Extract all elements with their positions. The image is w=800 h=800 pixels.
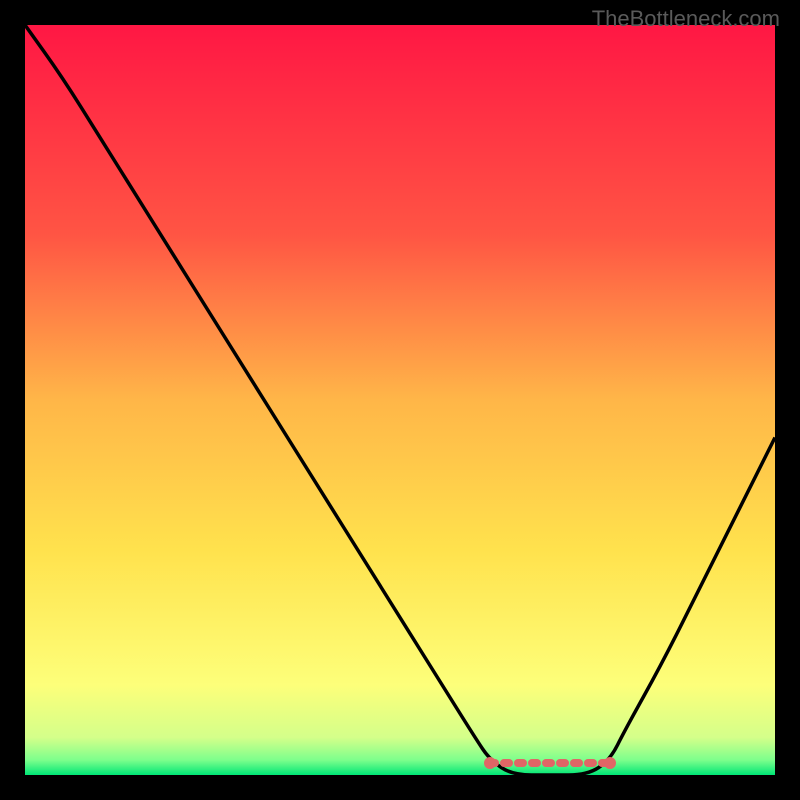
watermark-text: TheBottleneck.com — [592, 6, 780, 32]
chart-svg — [25, 25, 775, 775]
chart-plot-area — [25, 25, 775, 775]
